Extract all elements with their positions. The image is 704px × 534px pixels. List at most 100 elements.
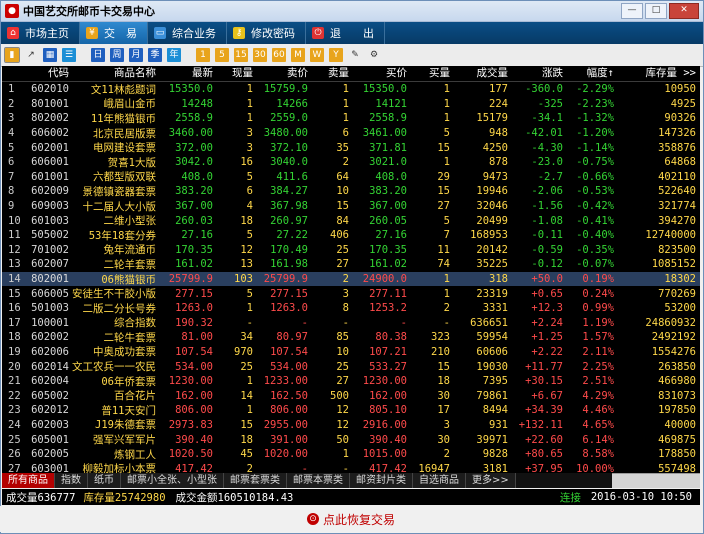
- indicator-w-icon[interactable]: W: [310, 48, 324, 62]
- restore-trading-link[interactable]: ⊙ 点此恢复交易: [0, 506, 702, 532]
- column-header[interactable]: 现量: [216, 66, 256, 81]
- category-tab-7[interactable]: 自选商品: [413, 473, 466, 488]
- column-header[interactable]: 买量: [410, 66, 453, 81]
- column-header[interactable]: 卖量: [311, 66, 352, 81]
- table-cell: 805.10: [369, 404, 407, 417]
- period-30-icon[interactable]: 30: [253, 48, 267, 62]
- column-header[interactable]: [2, 66, 24, 81]
- table-cell: 9: [8, 200, 15, 213]
- table-row[interactable]: 4 606002 北京民居版票 3460.00 3 3480.00 6 3461.00 5 948…: [2, 126, 700, 141]
- table-cell: 11: [437, 243, 450, 256]
- column-header[interactable]: 卖价: [256, 66, 311, 81]
- column-header[interactable]: 成交量: [453, 66, 511, 81]
- table-cell: 7: [8, 170, 15, 183]
- table-row[interactable]: 12 701002 兔年流通币 170.35 12 170.49 25 170.35 11 201…: [2, 243, 700, 258]
- menu-tab-4[interactable]: ⏻ 退 出: [306, 22, 385, 44]
- column-header[interactable]: 涨跌: [511, 66, 566, 81]
- indicator-m-icon[interactable]: M: [291, 48, 305, 62]
- season-icon[interactable]: 季: [148, 48, 162, 62]
- menu-tab-2[interactable]: ▭ 综合业务: [148, 22, 227, 44]
- table-row[interactable]: 6 606001 贺喜1大版 3042.0 16 3040.0 2 3021.0 1 878 -23…: [2, 155, 700, 170]
- table-row[interactable]: 21 602004 06年侨套票 1230.00 1 1233.00 27 1230.00 18…: [2, 374, 700, 389]
- column-header[interactable]: 最新: [159, 66, 216, 81]
- period-5-icon[interactable]: 5: [215, 48, 229, 62]
- bar-chart-icon[interactable]: ▮: [4, 47, 20, 63]
- table-cell: 90326: [664, 112, 696, 125]
- gear-icon[interactable]: ⚙: [367, 48, 381, 62]
- table-row[interactable]: 14 802001 06熊猫银币 25799.9 103 25799.9 2 24900.0 1…: [2, 271, 700, 287]
- category-tab-5[interactable]: 邮票本票类: [287, 473, 350, 488]
- table-row[interactable]: 20 602014 文工农兵一一农民 534.00 25 534.00 25 533.27 15…: [2, 359, 700, 374]
- table-cell: 802001: [31, 273, 69, 286]
- table-cell: 1233.00: [263, 375, 308, 388]
- table-row[interactable]: 27 603001 柳毅加标小本票 417.42 2 - - 417.42 16947 3181 +…: [2, 461, 700, 473]
- column-header[interactable]: 代码: [24, 66, 72, 81]
- period-15-icon[interactable]: 15: [234, 48, 248, 62]
- table-cell: 11年熊猫银币: [90, 112, 156, 125]
- table-cell: 10950: [664, 83, 696, 96]
- week-icon[interactable]: 周: [110, 48, 124, 62]
- table-row[interactable]: 22 605002 百合花片 162.00 14 162.50 500 162.00 30 798…: [2, 388, 700, 403]
- month-icon[interactable]: 月: [129, 48, 143, 62]
- category-tab-2[interactable]: 纸币: [88, 473, 121, 488]
- table-row[interactable]: 16 501003 二版二分长号券 1263.0 1 1263.0 8 1253.2 2 3331…: [2, 301, 700, 316]
- table-row[interactable]: 7 601001 六都型版双联 408.0 5 411.6 64 408.0 29 9473 -2.…: [2, 170, 700, 185]
- calendar-icon[interactable]: 日: [91, 48, 105, 62]
- year-icon[interactable]: 年: [167, 48, 181, 62]
- table-cell: 390.40: [175, 433, 213, 446]
- category-tab-1[interactable]: 指数: [55, 473, 88, 488]
- table-row[interactable]: 15 606005 安徒生不干胶小版 277.15 5 277.15 3 277.11 1 233…: [2, 286, 700, 301]
- draw-icon[interactable]: ✎: [348, 48, 362, 62]
- period-1-icon[interactable]: 1: [196, 48, 210, 62]
- table-cell: 602001: [31, 141, 69, 154]
- table-row[interactable]: 10 601003 二维小型张 260.03 18 260.97 84 260.05 5 2049…: [2, 213, 700, 228]
- column-header[interactable]: 幅度↑: [566, 66, 617, 81]
- table-cell: 3: [246, 141, 253, 154]
- grid-icon[interactable]: ▦: [43, 48, 57, 62]
- menu-tab-1[interactable]: ¥ 交 易: [80, 22, 148, 44]
- table-row[interactable]: 25 605001 强军兴军军片 390.40 18 391.00 50 390.40 30 39…: [2, 432, 700, 447]
- list-icon[interactable]: ☰: [62, 48, 76, 62]
- horizontal-scrollbar[interactable]: [612, 473, 700, 488]
- column-header[interactable]: 买价: [352, 66, 410, 81]
- table-cell: 53200: [664, 302, 696, 315]
- table-row[interactable]: 13 602007 二轮羊套票 161.02 13 161.98 27 161.02 74 352…: [2, 257, 700, 272]
- indicator-y-icon[interactable]: Y: [329, 48, 343, 62]
- table-cell: +2.22: [531, 345, 563, 358]
- table-row[interactable]: 18 602002 二轮牛套票 81.00 34 80.97 85 80.38 323 59954…: [2, 330, 700, 345]
- table-row[interactable]: 23 602012 普11天安门 806.00 1 806.00 12 805.10 17 849…: [2, 403, 700, 418]
- table-cell: 7: [443, 229, 450, 242]
- category-tab-8[interactable]: 更多>>: [466, 473, 516, 488]
- table-row[interactable]: 19 602006 中奥成功套票 107.54 970 107.54 10 107.21 210…: [2, 345, 700, 360]
- table-cell: 1.19%: [582, 316, 614, 329]
- table-row[interactable]: 26 602005 炼钢工人 1020.50 45 1020.00 1 1015.00 2 982…: [2, 447, 700, 462]
- connection-status: 连接: [559, 491, 581, 504]
- table-cell: 3461.00: [362, 127, 407, 140]
- table-row[interactable]: 17 100001 综合指数 190.32 - - - - - 636651 +2.24 1.19% 2…: [2, 316, 700, 331]
- column-header[interactable]: 库存量 >>: [617, 66, 699, 81]
- minimize-button[interactable]: —: [621, 3, 643, 19]
- table-cell: 321774: [658, 200, 696, 213]
- table-row[interactable]: 5 602001 电网建设套票 372.00 3 372.10 35 371.81 15 4250…: [2, 140, 700, 155]
- table-row[interactable]: 9 609003 十二届人大小版 367.00 4 367.98 15 367.00 27 320…: [2, 199, 700, 214]
- table-row[interactable]: 8 602009 景德镇瓷器套票 383.20 6 384.27 10 383.20 15 199…: [2, 184, 700, 199]
- category-tab-3[interactable]: 邮票小全张、小型张: [121, 473, 224, 488]
- table-cell: 602007: [31, 258, 69, 271]
- line-chart-icon[interactable]: ↗: [24, 48, 38, 62]
- table-cell: 806.00: [270, 404, 308, 417]
- table-row[interactable]: 1 602010 文11林彪题词 15350.0 1 15759.9 1 15350.0 1 17…: [2, 82, 700, 97]
- table-cell: 394270: [658, 214, 696, 227]
- table-row[interactable]: 3 802002 11年熊猫银币 2558.9 1 2559.0 1 2558.9 1 15179…: [2, 111, 700, 126]
- maximize-button[interactable]: □: [645, 3, 667, 19]
- menu-tab-0[interactable]: ⌂ 市场主页: [1, 22, 80, 44]
- table-row[interactable]: 24 602003 J19朱德套票 2973.83 15 2955.00 12 2916.00…: [2, 418, 700, 433]
- menu-tab-3[interactable]: ⚷ 修改密码: [227, 22, 306, 44]
- table-row[interactable]: 2 801001 峨眉山金币 14248 1 14266 1 14121 1 224 -325 -2.…: [2, 97, 700, 112]
- category-tab-0[interactable]: 所有商品: [2, 473, 55, 488]
- close-button[interactable]: ✕: [669, 3, 699, 19]
- column-header[interactable]: 商品名称: [72, 66, 159, 81]
- period-60-icon[interactable]: 60: [272, 48, 286, 62]
- category-tab-4[interactable]: 邮票套票类: [224, 473, 287, 488]
- table-row[interactable]: 11 505002 53年18套分券 27.16 5 27.22 406 27.16 7 1689…: [2, 228, 700, 243]
- category-tab-6[interactable]: 邮资封片类: [350, 473, 413, 488]
